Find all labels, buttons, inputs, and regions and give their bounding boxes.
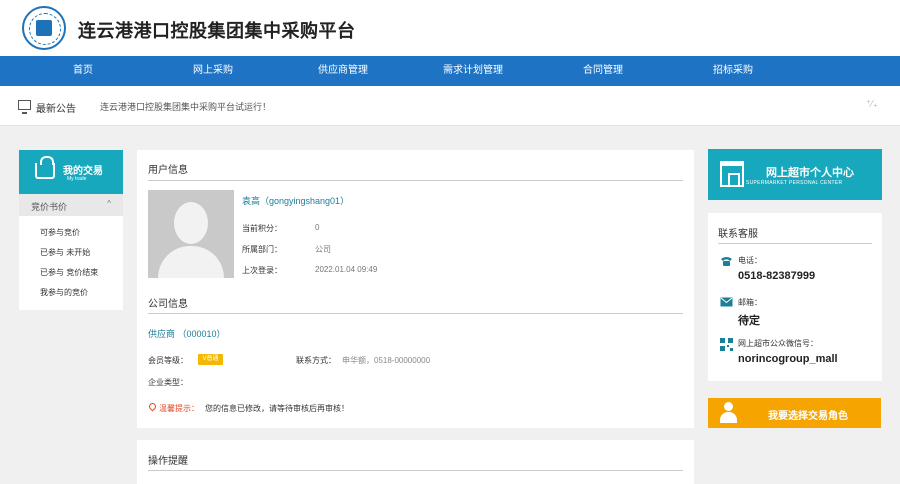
main-nav: 首页 网上采购 供应商管理 需求计划管理 合同管理 招标采购: [0, 56, 900, 86]
member-level-badge: V普通: [198, 354, 223, 365]
member-level-label: 会员等级：: [148, 356, 188, 365]
contact-title: 联系客服: [718, 229, 758, 240]
points-label: 当前积分：: [242, 224, 282, 233]
contact-label: 联系方式：: [296, 356, 336, 365]
operation-card: 操作提醒: [137, 440, 694, 484]
sidebar-item-not-started[interactable]: 已参与 未开始: [40, 247, 90, 258]
email-value: 待定: [738, 315, 760, 327]
sidebar-group-label: 竞价书价: [31, 202, 68, 212]
divider: [148, 313, 683, 314]
basket-icon: [35, 156, 55, 179]
choose-trade-role-button[interactable]: 我要选择交易角色: [708, 398, 881, 428]
points-value: 0: [315, 223, 320, 232]
chevron-up-icon: ^: [107, 199, 111, 208]
last-login-value: 2022.01.04 09:49: [315, 265, 378, 274]
nav-item-contract-mgmt[interactable]: 合同管理: [548, 56, 658, 86]
last-login-label: 上次登录：: [242, 266, 282, 275]
nav-item-online-purchase[interactable]: 网上采购: [158, 56, 268, 86]
site-title: 连云港港口控股集团集中采购平台: [78, 21, 356, 42]
wechat-value: norincogroup_mall: [738, 353, 838, 365]
choose-trade-role-label: 我要选择交易角色: [768, 411, 848, 422]
warning-label: 温馨提示：: [159, 404, 199, 413]
user-name-link[interactable]: 袁高（gongyingshang01）: [242, 194, 349, 207]
nav-item-demand-plan[interactable]: 需求计划管理: [418, 56, 528, 86]
user-icon: [718, 402, 740, 424]
monitor-icon: [18, 100, 31, 114]
avatar: [148, 190, 234, 278]
supermarket-title: 网上超市个人中心: [766, 167, 854, 179]
wechat-label: 网上超市公众微信号：: [738, 339, 818, 348]
sidebar-item-can-bid[interactable]: 可参与竞价: [40, 227, 80, 238]
supermarket-center-button[interactable]: 网上超市个人中心 SUPERMARKET PERSONAL CENTER: [708, 149, 882, 200]
avatar-head: [174, 202, 208, 244]
contact-card: 联系客服 电话： 0518-82387999 邮箱： 待定 网上超市公众微信号：…: [708, 213, 882, 381]
notice-text[interactable]: 连云港港口控股集团集中采购平台试运行！: [100, 100, 271, 113]
warning-text: 您的信息已修改，请等待审核后再审核！: [205, 404, 349, 413]
notice-label: 最新公告: [36, 104, 76, 115]
company-name-link[interactable]: 供应商 （000010）: [148, 327, 226, 340]
company-info-title: 公司信息: [148, 299, 188, 310]
phone-label: 电话：: [738, 256, 762, 265]
user-info-title: 用户信息: [148, 165, 188, 176]
supermarket-subtitle: SUPERMARKET PERSONAL CENTER: [746, 180, 843, 186]
sidebar-group[interactable]: 竞价书价 ^: [19, 194, 123, 216]
department-value: 公司: [315, 245, 331, 254]
divider: [148, 470, 683, 471]
email-label: 邮箱：: [738, 298, 762, 307]
sidebar-title: 我的交易: [63, 166, 103, 177]
sidebar: 我的交易 My trade 竞价书价 ^ 可参与竞价 已参与 未开始 已参与 竞…: [19, 150, 123, 310]
mail-icon: [720, 297, 733, 307]
nav-item-tender[interactable]: 招标采购: [678, 56, 788, 86]
qr-icon: [720, 338, 733, 351]
sidebar-item-ended[interactable]: 已参与 竞价结束: [40, 267, 98, 278]
phone-icon: [721, 257, 732, 266]
notice-bar: 最新公告 连云港港口控股集团集中采购平台试运行！ ⁺⁄₊: [0, 86, 900, 126]
store-icon: [720, 161, 744, 187]
sidebar-subtitle: My trade: [67, 176, 87, 182]
nav-item-home[interactable]: 首页: [28, 56, 138, 86]
divider: [718, 243, 872, 244]
department-label: 所属部门：: [242, 245, 282, 254]
sidebar-item-my-bids[interactable]: 我参与的竞价: [40, 287, 88, 298]
notice-more-icon[interactable]: ⁺⁄₊: [866, 99, 878, 110]
contact-value: 申华额，0518-00000000: [342, 356, 431, 365]
operation-title: 操作提醒: [148, 456, 188, 467]
avatar-body: [158, 246, 224, 278]
site-header: 连云港港口控股集团集中采购平台: [0, 0, 900, 56]
nav-item-supplier-mgmt[interactable]: 供应商管理: [288, 56, 398, 86]
sidebar-header[interactable]: 我的交易 My trade: [19, 150, 123, 194]
logo-icon[interactable]: [22, 6, 66, 50]
company-type-label: 企业类型：: [148, 378, 188, 387]
phone-value: 0518-82387999: [738, 270, 816, 282]
divider: [148, 180, 683, 181]
